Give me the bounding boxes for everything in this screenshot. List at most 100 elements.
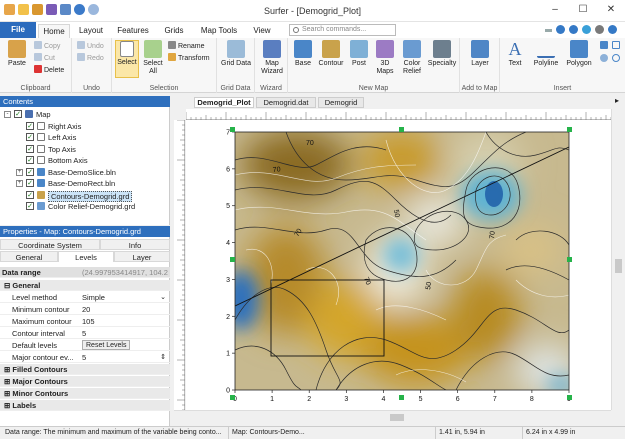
section-minor-contours[interactable]: ⊞ Minor Contours [0, 388, 170, 399]
copy-button[interactable]: Copy [34, 41, 60, 52]
doc-tab-demogrid[interactable]: Demogrid [318, 97, 364, 108]
base-map-button[interactable]: Base [290, 40, 316, 68]
row-contour-interval[interactable]: Contour interval 5 [0, 328, 170, 339]
maximize-button[interactable]: ☐ [569, 0, 597, 20]
row-major-contour-every[interactable]: Major contour ev... 5 ⇕ [0, 352, 170, 363]
redo-button[interactable]: Redo [77, 53, 104, 64]
tab-coordinate-system[interactable]: Coordinate System [0, 239, 100, 250]
vertical-scrollbar[interactable] [611, 109, 624, 410]
maximum-contour-field[interactable]: 105 [82, 316, 168, 327]
handle-top-left[interactable] [230, 127, 235, 132]
expand-icon[interactable]: + [16, 180, 23, 187]
plot-window[interactable]: 70707050507070 0123456789 01234567 [186, 120, 611, 410]
doc-tab-demogrid-plot[interactable]: Demogrid_Plot [194, 97, 254, 108]
contour-interval-field[interactable]: 5 [82, 328, 168, 339]
contour-map[interactable]: 70707050507070 0123456789 01234567 [186, 120, 611, 410]
doc-tab-demogrid-dat[interactable]: Demogrid.dat [256, 97, 316, 108]
visibility-checkbox[interactable]: ✓ [26, 133, 34, 141]
tab-features[interactable]: Features [113, 24, 153, 38]
map-wizard-button[interactable]: Map Wizard [256, 40, 288, 76]
close-button[interactable]: ✕ [597, 0, 625, 20]
tab-scroll-icon[interactable]: ▸ [615, 96, 619, 105]
tree-item[interactable]: - ✓ Map [0, 109, 170, 120]
row-minimum-contour[interactable]: Minimum contour 20 [0, 304, 170, 315]
minimum-contour-field[interactable]: 20 [82, 304, 168, 315]
tab-layout[interactable]: Layout [74, 24, 108, 38]
home-icon[interactable] [556, 25, 565, 34]
visibility-checkbox[interactable]: ✓ [14, 110, 22, 118]
section-major-contours[interactable]: ⊞ Major Contours [0, 376, 170, 387]
section-labels[interactable]: ⊞ Labels [0, 400, 170, 411]
expand-icon[interactable]: + [16, 168, 23, 176]
tree-item[interactable]: ✓ Color Relief-Demogrid.grd [0, 201, 170, 212]
row-default-levels[interactable]: Default levels Reset Levels [0, 340, 170, 351]
tab-home[interactable]: Home [38, 24, 70, 38]
minimize-ribbon-icon[interactable] [545, 29, 552, 32]
spinner-icon[interactable]: ⇕ [160, 352, 166, 363]
tree-item[interactable]: ✓ Right Axis [0, 121, 170, 132]
paste-button[interactable]: Paste [2, 40, 32, 68]
settings-icon[interactable] [595, 25, 604, 34]
select-button[interactable]: Select [115, 40, 139, 78]
transform-button[interactable]: Transform [168, 53, 210, 64]
tree-item[interactable]: + ✓ Base-DemoSlice.bln [0, 167, 170, 178]
handle-bottom-left[interactable] [230, 395, 235, 400]
color-relief-button[interactable]: Color Relief [398, 40, 426, 76]
visibility-checkbox[interactable]: ✓ [26, 144, 34, 153]
web-icon[interactable] [582, 25, 591, 34]
handle-top-center[interactable] [399, 127, 404, 132]
3d-maps-button[interactable]: 3D Maps [372, 40, 398, 76]
cut-button[interactable]: Cut [34, 53, 55, 64]
data-range-row[interactable]: Data range (24.997953414917, 104.2... [0, 267, 170, 278]
tab-layer[interactable]: Layer [114, 251, 170, 262]
rename-button[interactable]: Rename [168, 41, 204, 52]
chevron-down-icon[interactable]: ⌄ [160, 292, 166, 303]
handle-bottom-right[interactable] [567, 395, 572, 400]
section-filled-contours[interactable]: ⊞ Filled Contours [0, 364, 170, 375]
visibility-checkbox[interactable]: ✓ [26, 179, 34, 187]
tab-view[interactable]: View [249, 24, 275, 38]
visibility-checkbox[interactable]: ✓ [26, 167, 34, 176]
section-general[interactable]: ⊟ General [0, 280, 170, 291]
handle-bottom-center[interactable] [399, 395, 404, 400]
layer-button[interactable]: Layer [464, 40, 496, 68]
tree-item[interactable]: ✓ Left Axis [0, 132, 170, 143]
visibility-checkbox[interactable]: ✓ [26, 121, 34, 130]
level-method-select[interactable]: Simple [82, 292, 168, 303]
tab-info[interactable]: Info [100, 239, 170, 250]
contour-map-button[interactable]: Contour [316, 40, 346, 68]
tab-file[interactable]: File [0, 22, 36, 38]
polyline-button[interactable]: Polyline [530, 40, 562, 68]
major-contour-stepper[interactable]: 5 [82, 352, 168, 363]
rectangle-button[interactable] [612, 41, 622, 52]
visibility-checkbox[interactable]: ✓ [26, 190, 34, 199]
reset-levels-button[interactable]: Reset Levels [82, 340, 131, 350]
text-button[interactable]: A Text [502, 40, 528, 68]
visibility-checkbox[interactable]: ✓ [26, 202, 34, 210]
tree-item[interactable]: ✓ Contours-Demogrid.grd [0, 190, 170, 202]
row-maximum-contour[interactable]: Maximum contour 105 [0, 316, 170, 327]
ellipse-button[interactable] [612, 54, 622, 65]
tree-item[interactable]: + ✓ Base-DemoRect.bln [0, 178, 170, 189]
info-icon[interactable] [608, 25, 617, 34]
collapse-icon[interactable]: - [4, 111, 11, 118]
delete-button[interactable]: Delete [34, 65, 64, 76]
minimize-button[interactable]: – [541, 0, 569, 20]
handle-top-right[interactable] [567, 127, 572, 132]
search-commands-input[interactable]: Search commands... [289, 24, 396, 36]
symbol-button[interactable] [600, 41, 610, 52]
specialty-map-button[interactable]: Specialty [426, 40, 458, 68]
vertical-scroll-thumb[interactable] [615, 259, 622, 273]
horizontal-scroll-thumb[interactable] [390, 414, 404, 421]
handle-middle-left[interactable] [230, 257, 235, 262]
help-icon[interactable] [569, 25, 578, 34]
tab-general[interactable]: General [0, 251, 58, 262]
grid-data-button[interactable]: Grid Data [220, 40, 252, 68]
visibility-checkbox[interactable]: ✓ [26, 156, 34, 164]
horizontal-scrollbar[interactable] [174, 410, 611, 423]
tab-levels[interactable]: Levels [58, 251, 114, 262]
tree-item[interactable]: ✓ Top Axis [0, 144, 170, 155]
select-all-button[interactable]: Select All [141, 40, 165, 76]
post-map-button[interactable]: Post [346, 40, 372, 68]
handle-middle-right[interactable] [567, 257, 572, 262]
